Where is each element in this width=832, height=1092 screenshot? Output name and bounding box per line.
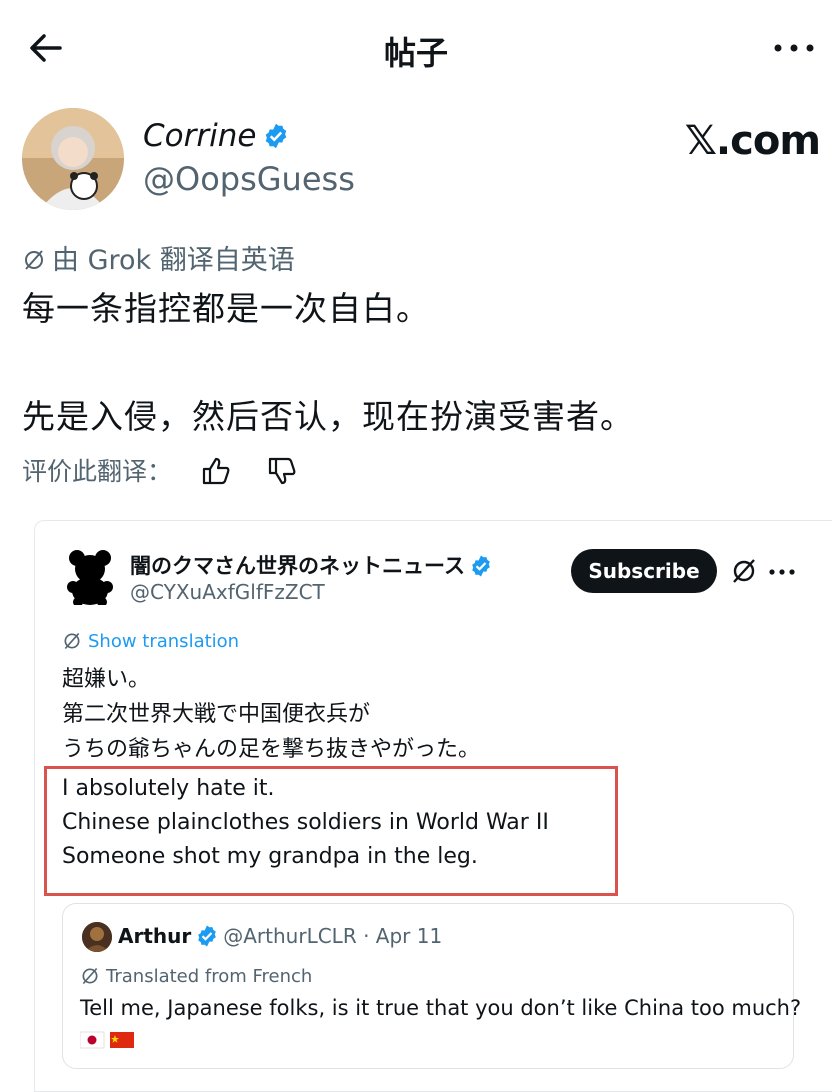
quoted-meta: @ArthurLCLR · Apr 11 (223, 924, 443, 948)
translation-note: 由 Grok 翻译自英语 (22, 238, 295, 277)
translation-line: I absolutely hate it. (62, 776, 275, 801)
thumbs-down-icon[interactable] (266, 455, 298, 487)
subscribe-button[interactable]: Subscribe (571, 549, 717, 593)
more-icon[interactable] (770, 36, 818, 60)
source-watermark: 𝕏.com (684, 118, 821, 164)
author-name[interactable]: Corrine (143, 118, 290, 154)
translation-note: Translated from French (80, 966, 312, 987)
avatar[interactable] (22, 108, 124, 210)
grok-icon[interactable] (730, 557, 758, 585)
embedded-text-line: 超嫌い。 (62, 667, 151, 692)
embedded-author-handle[interactable]: @CYXuAxfGlfFzZCT (130, 580, 325, 604)
grok-icon (82, 967, 98, 985)
post-text-line: 先是入侵，然后否认，现在扮演受害者。 (22, 397, 634, 436)
embedded-text-line: 第二次世界大戦で中国便衣兵が (62, 702, 371, 727)
embedded-text-line: うちの爺ちゃんの足を撃ち抜きやがった。 (62, 737, 481, 762)
grok-icon (64, 632, 80, 650)
quoted-text: Tell me, Japanese folks, is it true that… (80, 996, 802, 1020)
bear-icon (67, 550, 113, 605)
more-icon[interactable] (766, 562, 798, 582)
show-translation-link[interactable]: Show translation (62, 631, 239, 652)
grok-icon (25, 250, 43, 270)
quoted-author[interactable]: Arthur @ArthurLCLR · Apr 11 (118, 924, 442, 948)
translation-line: Chinese plainclothes soldiers in World W… (62, 810, 549, 835)
post-text-line: 每一条指控都是一次自白。 (22, 289, 430, 328)
translation-line: Someone shot my grandpa in the leg. (62, 844, 478, 869)
rate-translation: 评价此翻译： (22, 452, 298, 488)
verified-icon (472, 555, 490, 577)
verified-icon (198, 925, 217, 947)
author-handle[interactable]: @OopsGuess (143, 160, 355, 198)
thumbs-up-icon[interactable] (200, 455, 232, 487)
verified-icon (266, 123, 287, 149)
page-title: 帖子 (383, 34, 448, 72)
embedded-author-name[interactable]: 闇のクマさん世界のネットニュース (130, 550, 493, 580)
avatar[interactable] (82, 922, 112, 952)
flag-icon (80, 1031, 134, 1049)
